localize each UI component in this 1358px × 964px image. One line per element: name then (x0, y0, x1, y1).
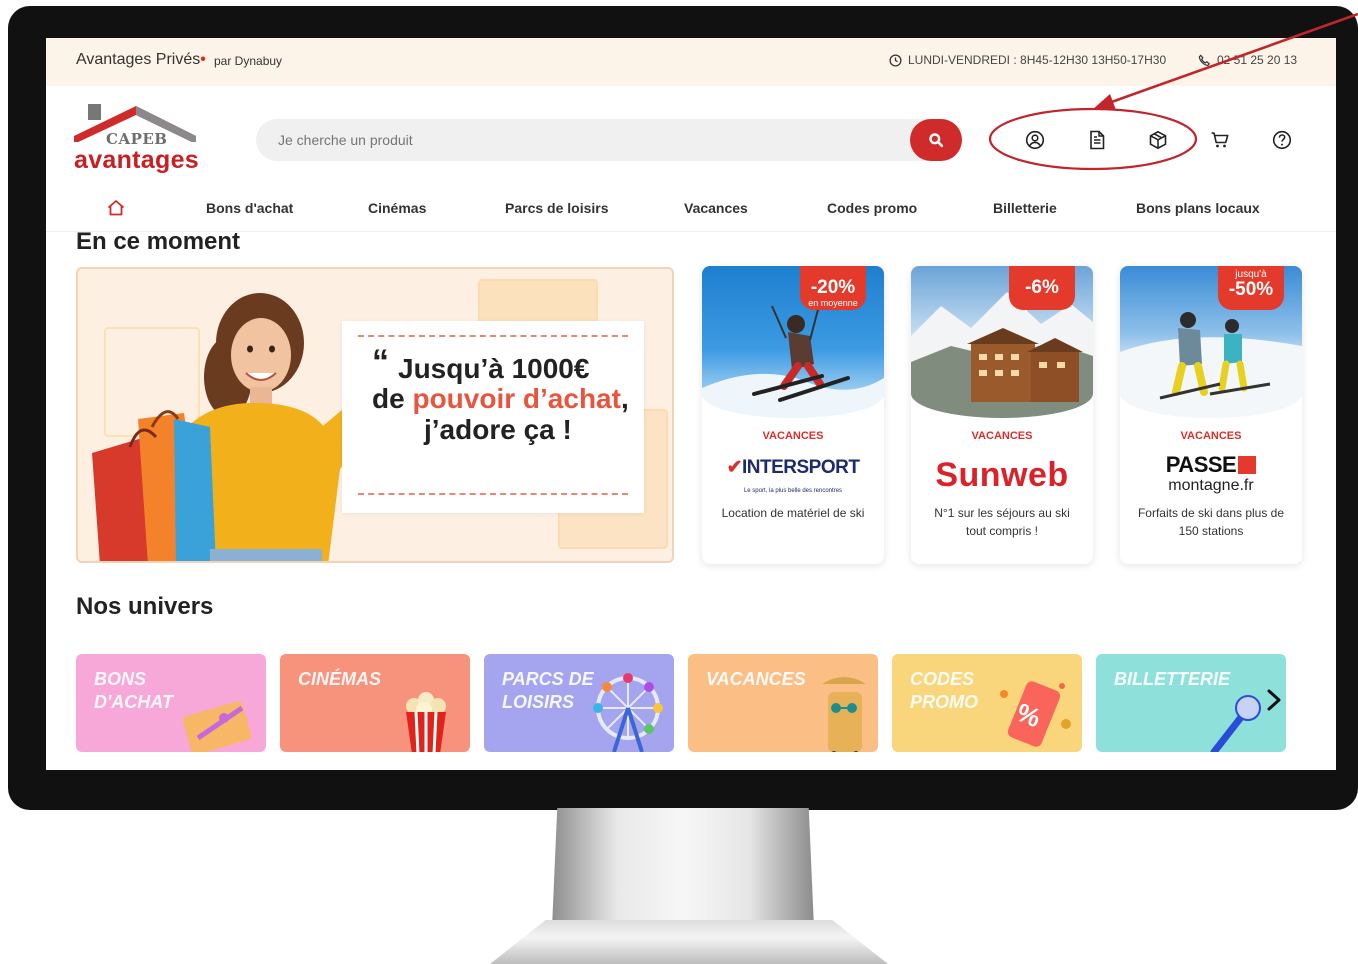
hero-line-2b: pouvoir d’achat (412, 383, 621, 414)
section-title-univers: Nos univers (76, 593, 214, 620)
passe-logo-square (1238, 456, 1257, 474)
brand-name-sunweb: Sunweb (935, 456, 1069, 494)
help-icon[interactable] (1270, 128, 1294, 152)
discount-note: en moyenne (808, 298, 858, 308)
quote-icon: “ (372, 343, 389, 381)
search-input[interactable] (278, 119, 898, 161)
section-title-moment: En ce moment (76, 228, 241, 255)
nav-item-cinemas[interactable]: Cinémas (368, 200, 426, 216)
gift-card-icon (182, 701, 252, 752)
hero-quote-card: “ Jusqu’à 1000€ de pouvoir d’achat, j’ad… (342, 321, 644, 513)
promo-card-sunweb[interactable]: -6% VACANCES Sunweb N°1 sur les séjours … (911, 266, 1093, 564)
passe-montagne-logo: PASSE montagne.fr (1120, 454, 1302, 495)
monitor-stand-base (490, 920, 888, 964)
tile-label: VACANCES (706, 669, 806, 689)
search-icon (929, 133, 944, 148)
tile-label: PARCS DE LOISIRS (502, 669, 594, 712)
logo-avantages-text: avantages (74, 146, 199, 174)
brand-text: Avantages Privés (76, 51, 201, 68)
universe-tile-billetterie[interactable]: BILLETTERIE (1096, 654, 1286, 752)
home-icon[interactable] (106, 198, 126, 223)
card-category: VACANCES (1180, 430, 1242, 442)
brand-name-intersport: INTERSPORT (741, 457, 860, 478)
account-icon[interactable] (1023, 128, 1047, 152)
brand-dot: • (200, 51, 206, 68)
universe-tile-bons-achat[interactable]: BONS D'ACHAT (76, 654, 266, 752)
nav-item-vacances[interactable]: Vacances (684, 200, 748, 216)
discount-badge: -20% en moyenne (800, 266, 866, 310)
tile-label: BONS D'ACHAT (94, 669, 173, 712)
popcorn-icon (406, 692, 446, 752)
promo-card-passe-montagne[interactable]: jusqu'à -50% VACANCES PASSE montagne.fr … (1120, 266, 1302, 564)
universe-tile-cinemas[interactable]: CINÉMAS (280, 654, 470, 752)
discount-value: -6% (1025, 277, 1059, 298)
card-description: N°1 sur les séjours au ski tout compris … (934, 506, 1070, 538)
card-description: Location de matériel de ski (721, 506, 865, 520)
capeb-avantages-logo[interactable]: CAPEB avantages (74, 102, 199, 176)
chevron-right-icon[interactable] (1260, 686, 1288, 714)
hero-line-1: Jusqu’à 1000€ (398, 353, 590, 384)
discount-value: -50% (1228, 279, 1274, 300)
monitor-stand (552, 808, 814, 928)
search-bar (256, 119, 962, 161)
promo-card-intersport[interactable]: -20% en moyenne VACANCES ✔INTERSPORT Le … (702, 266, 884, 564)
top-info-bar: Avantages Privés• par Dynabuy LUNDI-VEND… (46, 38, 1336, 86)
document-icon[interactable] (1085, 128, 1109, 152)
discount-badge: -6% (1009, 266, 1075, 310)
hero-line-2: de pouvoir d’achat, (372, 383, 629, 415)
nav-item-billetterie[interactable]: Billetterie (993, 200, 1057, 216)
search-button[interactable] (910, 119, 962, 161)
hero-banner[interactable]: “ Jusqu’à 1000€ de pouvoir d’achat, j’ad… (76, 267, 674, 563)
hours-text: LUNDI-VENDREDI : 8H45-12H30 13H50-17H30 (908, 53, 1167, 67)
phone-icon (1198, 54, 1211, 66)
dashed-border-top (358, 335, 628, 337)
clock-icon (889, 53, 902, 67)
website-screen: Avantages Privés• par Dynabuy LUNDI-VEND… (46, 38, 1336, 770)
main-nav: Bons d'achat Cinémas Parcs de loisirs Va… (46, 190, 1336, 232)
card-category: VACANCES (762, 430, 824, 442)
nav-item-bons-achat[interactable]: Bons d'achat (206, 200, 293, 216)
brand-tagline-passe: montagne.fr (1168, 477, 1254, 494)
dashed-border-bottom (358, 493, 628, 495)
woman-with-bags-illustration (92, 293, 368, 561)
brand-name[interactable]: Avantages Privés• (76, 51, 206, 69)
card-description: Forfaits de ski dans plus de 150 station… (1137, 506, 1285, 538)
discount-value: -20% (810, 277, 856, 298)
tile-label: CODES PROMO (910, 669, 979, 712)
ferris-wheel-icon (593, 673, 663, 752)
monitor-mockup: Avantages Privés• par Dynabuy LUNDI-VEND… (0, 0, 1358, 964)
nav-item-bons-plans-locaux[interactable]: Bons plans locaux (1136, 200, 1260, 216)
phone-number[interactable]: 02 51 25 20 13 (1198, 53, 1297, 67)
nav-item-codes-promo[interactable]: Codes promo (827, 200, 917, 216)
phone-text: 02 51 25 20 13 (1217, 53, 1298, 67)
discount-badge: jusqu'à -50% (1218, 266, 1284, 310)
cart-icon[interactable] (1208, 128, 1232, 152)
suitcase-icon (822, 677, 866, 752)
nav-item-parcs-loisirs[interactable]: Parcs de loisirs (505, 200, 609, 216)
sunweb-logo: Sunweb (911, 456, 1093, 495)
opening-hours: LUNDI-VENDREDI : 8H45-12H30 13H50-17H30 (889, 53, 1166, 67)
brand-by: par Dynabuy (214, 54, 283, 68)
universe-tile-codes-promo[interactable]: CODES PROMO % (892, 654, 1082, 752)
hero-line-3: j’adore ça ! (424, 414, 572, 445)
universe-tile-parcs-loisirs[interactable]: PARCS DE LOISIRS (484, 654, 674, 752)
universe-tile-vacances[interactable]: VACANCES (688, 654, 878, 752)
brand-name-passe: PASSE (1165, 452, 1237, 477)
tile-label: CINÉMAS (298, 669, 382, 689)
card-category: VACANCES (971, 430, 1033, 442)
brand-tagline-intersport: Le sport, la plus belle des rencontres (743, 488, 843, 494)
package-icon[interactable] (1146, 128, 1170, 152)
intersport-logo: ✔INTERSPORT Le sport, la plus belle des … (726, 457, 860, 494)
hero-line-2c: , (620, 383, 629, 414)
coupon-icon: % (1000, 681, 1071, 747)
hero-line-2a: de (372, 383, 413, 414)
